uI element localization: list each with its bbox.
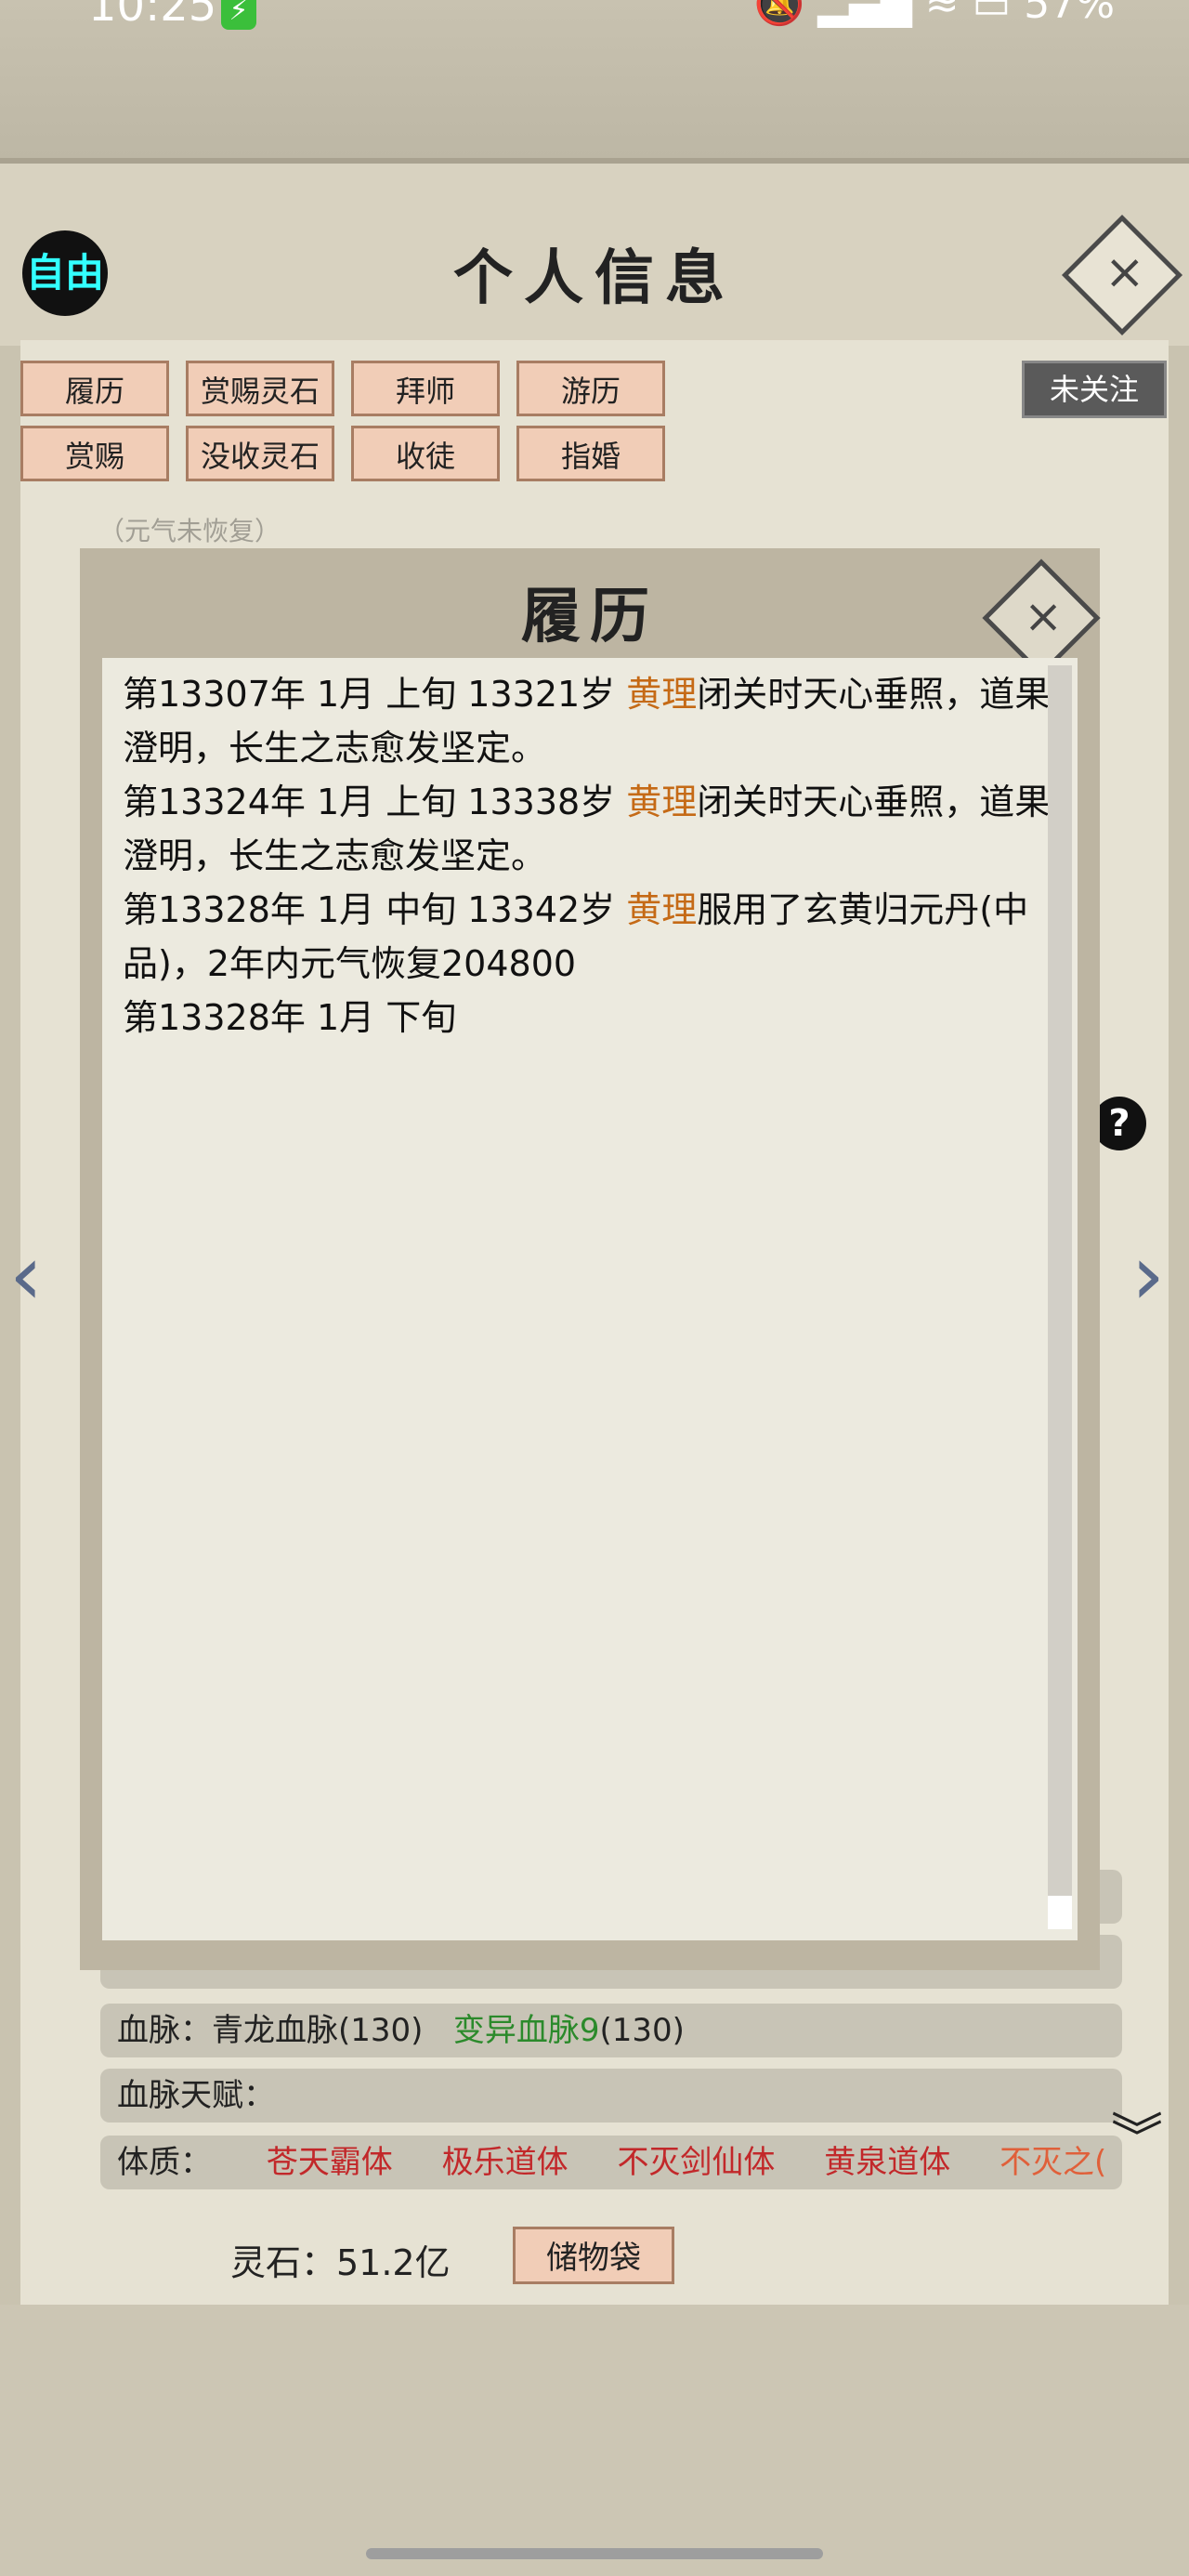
home-indicator[interactable]: [366, 2548, 823, 2559]
constitution-item: 黄泉道体: [824, 2144, 951, 2181]
bloodline-value: 青龙血脉(130): [212, 2012, 424, 2049]
constitution-item: 不灭之(: [1000, 2144, 1107, 2181]
resume-log[interactable]: 第13307年 1月 上旬 13321岁 黄理闭关时天心垂照，道果澄明，长生之志…: [102, 658, 1078, 1940]
constitution-label: 体质：: [117, 2144, 212, 2181]
log-entry: 第13324年 1月 上旬 13338岁 黄理闭关时天心垂照，道果澄明，长生之志…: [123, 775, 1057, 883]
log-entry: 第13328年 1月 中旬 13342岁 黄理服用了玄黄归元丹(中品)，2年内元…: [123, 883, 1057, 991]
mutation-suffix: (130): [599, 2012, 685, 2049]
charging-icon: ⚡: [221, 0, 256, 30]
constitution-item: 极乐道体: [441, 2144, 568, 2181]
tab-arrange-marriage[interactable]: 指婚: [516, 426, 665, 481]
log-date: 第13328年 1月 中旬 13342岁: [123, 889, 627, 930]
help-icon[interactable]: ?: [1092, 1097, 1146, 1150]
bloodline-row: 血脉：青龙血脉(130) 变异血脉9(130): [100, 2004, 1122, 2057]
close-icon: ×: [1024, 588, 1064, 643]
constitution-item: 苍天霸体: [266, 2144, 393, 2181]
log-date: 第13307年 1月 上旬 13321岁: [123, 674, 627, 715]
prev-arrow-icon[interactable]: ‹: [9, 1227, 43, 1324]
battery-percent: 57%: [1024, 0, 1115, 28]
log-date: 第13324年 1月 上旬 13338岁: [123, 782, 627, 822]
status-bar: 10:25 ⚡ 🔕 ▂▄▆ ≈ ▭ 57%: [0, 0, 1189, 158]
footer-area: [0, 2305, 1189, 2576]
expand-down-icon[interactable]: ︾: [1111, 2113, 1163, 2165]
storage-bag-button[interactable]: 储物袋: [513, 2227, 674, 2284]
modal-title: 履历: [521, 582, 659, 651]
tab-confiscate-stones[interactable]: 没收灵石: [186, 426, 334, 481]
page-title: 个人信息: [453, 243, 736, 313]
log-date: 第13328年 1月 下旬: [123, 997, 457, 1038]
tab-travel[interactable]: 游历: [516, 361, 665, 416]
bloodline-label: 血脉：: [117, 2012, 212, 2049]
tab-take-disciple[interactable]: 收徒: [351, 426, 500, 481]
tab-take-master[interactable]: 拜师: [351, 361, 500, 416]
close-icon: ×: [1104, 244, 1145, 301]
mutation-bloodline: 变异血脉9: [452, 2012, 600, 2049]
character-name: 黄理: [626, 674, 698, 715]
bloodline-talent-label: 血脉天赋：: [117, 2077, 275, 2114]
log-entry: 第13307年 1月 上旬 13321岁 黄理闭关时天心垂照，道果澄明，长生之志…: [123, 667, 1057, 775]
follow-button[interactable]: 未关注: [1022, 361, 1167, 418]
status-time: 10:25: [88, 0, 217, 32]
resume-modal: 履历 × 第13307年 1月 上旬 13321岁 黄理闭关时天心垂照，道果澄明…: [80, 548, 1101, 1970]
next-arrow-icon[interactable]: ›: [1131, 1227, 1165, 1324]
log-entry: 第13328年 1月 下旬: [123, 991, 1057, 1045]
character-name: 黄理: [626, 889, 698, 930]
tab-reward[interactable]: 赏赐: [20, 426, 169, 481]
constitution-row: 体质： 苍天霸体 极乐道体 不灭剑仙体 黄泉道体 不灭之(: [100, 2136, 1122, 2189]
character-name: 黄理: [626, 782, 698, 822]
tab-resume[interactable]: 履历: [20, 361, 169, 416]
tab-reward-stones[interactable]: 赏赐灵石: [186, 361, 334, 416]
scrollbar-thumb[interactable]: [1048, 1896, 1072, 1929]
spirit-stones: 灵石：51.2亿: [230, 2242, 451, 2283]
qi-status-note: （元气未恢复）: [98, 516, 281, 546]
scrollbar[interactable]: [1048, 665, 1072, 1929]
constitution-item: 不灭剑仙体: [617, 2144, 776, 2181]
status-icons: 🔕 ▂▄▆ ≈ ▭ 57%: [754, 0, 1115, 28]
bloodline-talent-row: 血脉天赋：: [100, 2069, 1122, 2123]
